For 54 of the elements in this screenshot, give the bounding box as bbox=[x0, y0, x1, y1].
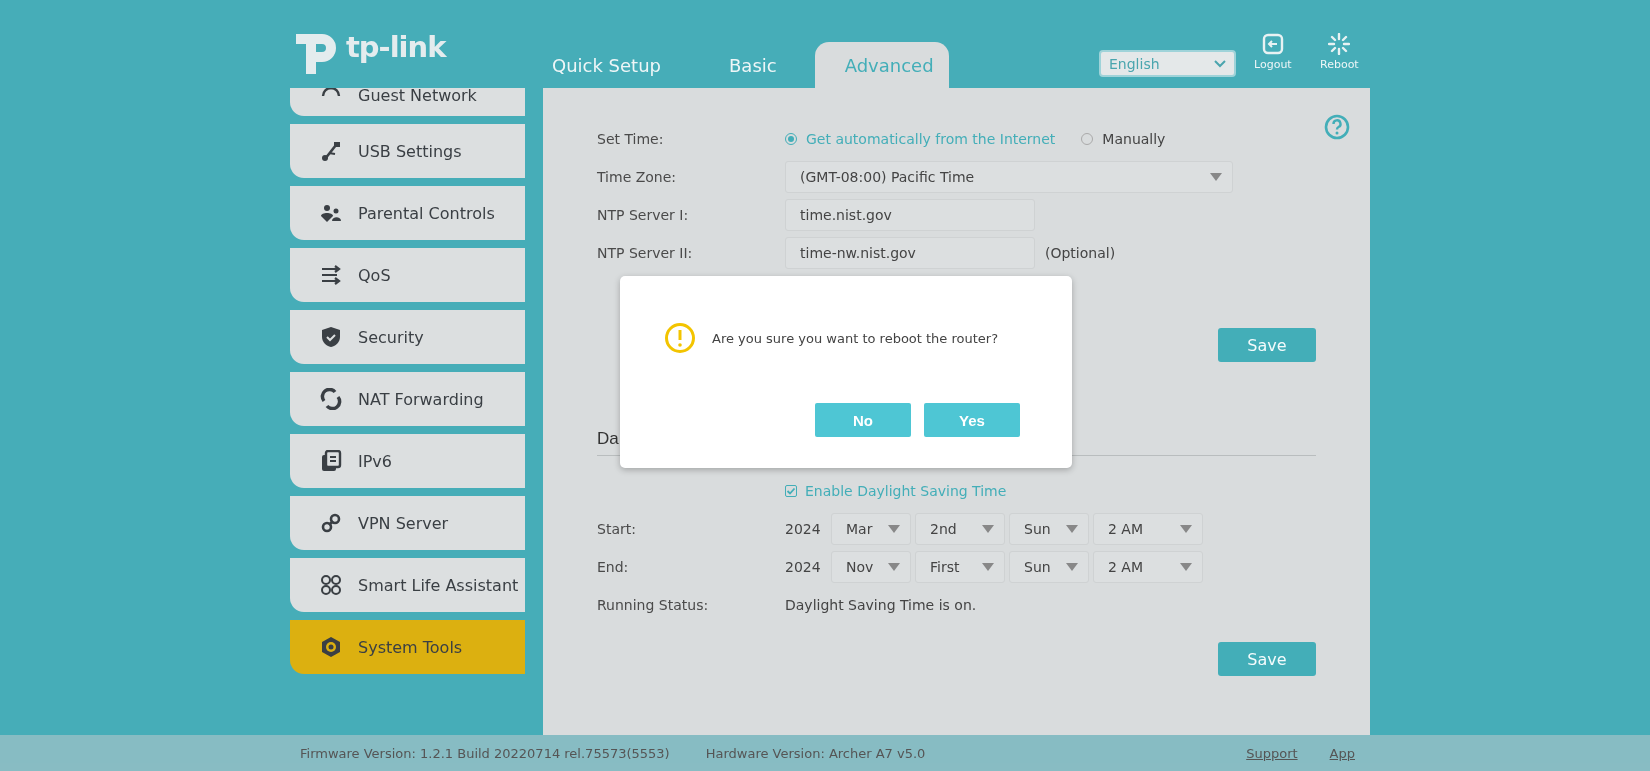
help-icon[interactable] bbox=[1324, 114, 1350, 140]
sidebar-item[interactable]: Guest Network bbox=[290, 88, 525, 116]
sidebar-item[interactable]: Security bbox=[290, 310, 525, 364]
section-heading: Da bbox=[597, 429, 619, 448]
list-arrows-icon bbox=[320, 264, 342, 286]
document-icon bbox=[320, 450, 342, 472]
caret-icon bbox=[1214, 59, 1226, 68]
usb-icon bbox=[320, 140, 342, 162]
field-label: NTP Server II: bbox=[597, 245, 694, 261]
radio-option[interactable]: Manually bbox=[1081, 131, 1166, 147]
optional-note: (Optional) bbox=[1045, 245, 1116, 261]
input-field[interactable]: time.nist.gov bbox=[785, 199, 1035, 231]
checkmark-icon bbox=[786, 486, 796, 496]
dropdown[interactable]: First bbox=[915, 551, 1005, 583]
input-field[interactable]: time-nw.nist.gov bbox=[785, 237, 1035, 269]
dropdown[interactable]: 2nd bbox=[915, 513, 1005, 545]
hardware-version: Hardware Version: Archer A7 v5.0 bbox=[705, 745, 926, 761]
footer-link[interactable]: Support bbox=[1246, 745, 1298, 761]
reboot-icon bbox=[1328, 33, 1351, 55]
sidebar-item[interactable]: IPv6 bbox=[290, 434, 525, 488]
sidebar-item[interactable]: USB Settings bbox=[290, 124, 525, 178]
sidebar-item[interactable]: NAT Forwarding bbox=[290, 372, 525, 426]
status-text: Daylight Saving Time is on. bbox=[785, 597, 977, 613]
field-label: Start: bbox=[597, 521, 637, 537]
field-label: NTP Server I: bbox=[597, 207, 690, 223]
dropdown[interactable]: Sun bbox=[1009, 551, 1089, 583]
gear-icon bbox=[320, 636, 342, 658]
footer-link[interactable]: App bbox=[1329, 745, 1355, 761]
sidebar-item[interactable]: Parental Controls bbox=[290, 186, 525, 240]
sidebar-item[interactable]: VPN Server bbox=[290, 496, 525, 550]
firmware-version: Firmware Version: 1.2.1 Build 20220714 rel.75573(5553) bbox=[300, 745, 670, 761]
year-text: 2024 bbox=[785, 559, 822, 575]
sidebar-item[interactable]: Smart Life Assistant bbox=[290, 558, 525, 612]
dialog-message: Are you sure you want to reboot the router? bbox=[712, 330, 999, 346]
field-label: Running Status: bbox=[597, 597, 710, 613]
year-text: 2024 bbox=[785, 521, 822, 537]
four-circles-icon bbox=[320, 574, 342, 596]
dropdown[interactable]: Sun bbox=[1009, 513, 1089, 545]
dropdown[interactable]: Nov bbox=[831, 551, 911, 583]
dropdown[interactable]: 2 AM bbox=[1093, 551, 1203, 583]
shield-icon bbox=[320, 326, 342, 348]
dropdown[interactable]: Mar bbox=[831, 513, 911, 545]
logout-icon bbox=[1261, 33, 1284, 55]
time-zone-select[interactable]: (GMT-08:00) Pacific Time bbox=[785, 161, 1233, 193]
sidebar-item[interactable]: QoS bbox=[290, 248, 525, 302]
field-label: Set Time: bbox=[597, 131, 665, 147]
dropdown[interactable]: 2 AM bbox=[1093, 513, 1203, 545]
field-label: End: bbox=[597, 559, 630, 575]
family-icon bbox=[320, 202, 342, 224]
warning-icon bbox=[664, 322, 696, 354]
sidebar-item[interactable]: System Tools bbox=[290, 620, 525, 674]
logo-text: tp-link bbox=[346, 30, 446, 64]
field-label: Time Zone: bbox=[597, 169, 678, 185]
link-icon bbox=[320, 512, 342, 534]
